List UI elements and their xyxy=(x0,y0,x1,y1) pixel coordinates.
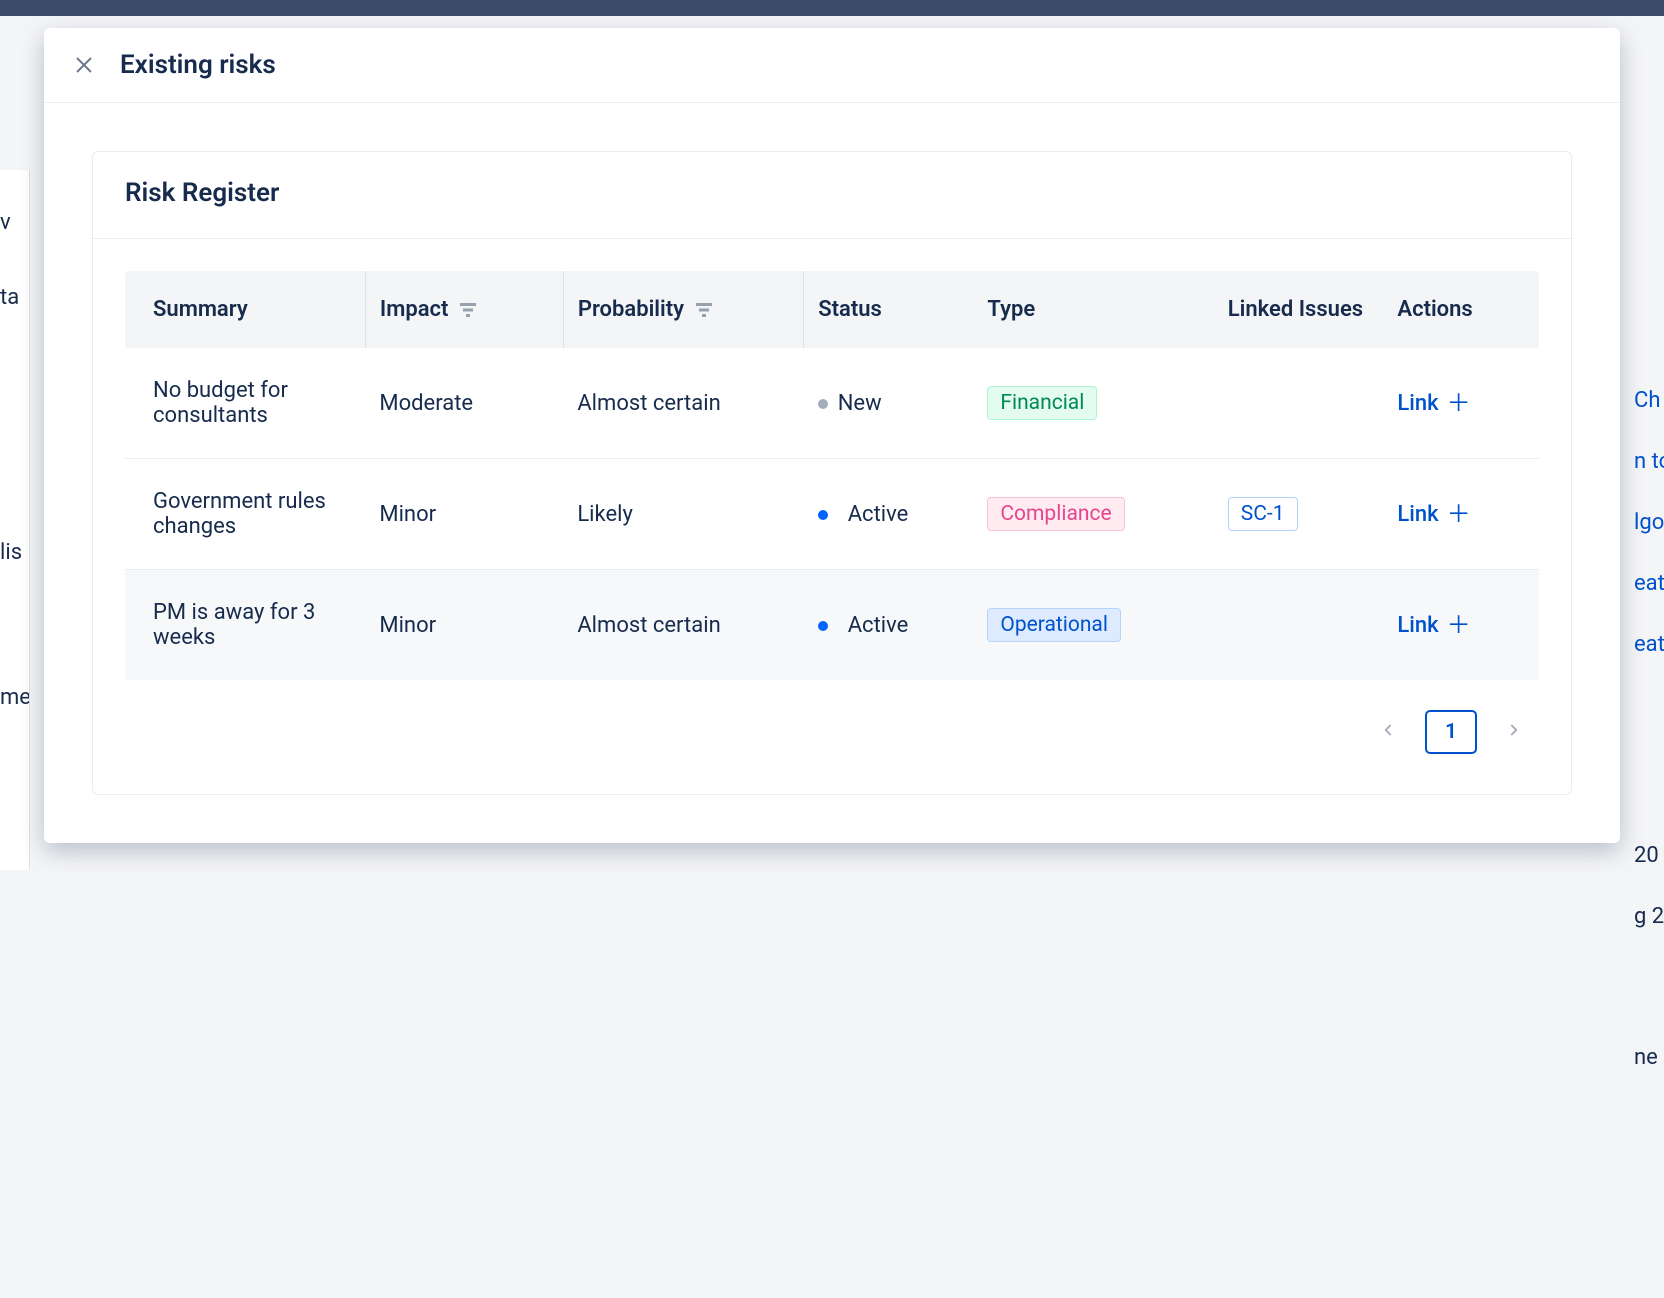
modal-body: Risk Register Summary xyxy=(44,103,1620,843)
status-dot-icon xyxy=(818,621,828,631)
type-badge: Operational xyxy=(987,608,1121,642)
link-button-label: Link xyxy=(1397,391,1438,416)
cell-summary: PM is away for 3 weeks xyxy=(125,570,365,681)
cell-probability: Likely xyxy=(563,459,803,570)
column-label: Linked Issues xyxy=(1228,297,1363,322)
link-button-label: Link xyxy=(1397,502,1438,527)
modal-overlay: Existing risks Risk Register xyxy=(0,16,1664,1298)
column-header-status[interactable]: Status xyxy=(804,271,974,348)
column-header-summary[interactable]: Summary xyxy=(125,271,365,348)
cell-actions: Link ＋ xyxy=(1383,570,1539,681)
cell-status: Active xyxy=(804,459,974,570)
column-label: Status xyxy=(818,297,882,322)
column-header-linked[interactable]: Linked Issues xyxy=(1214,271,1384,348)
linked-issue-badge[interactable]: SC-1 xyxy=(1228,497,1298,531)
cell-impact: Minor xyxy=(365,459,563,570)
column-header-actions: Actions xyxy=(1383,271,1539,348)
card-header: Risk Register xyxy=(93,152,1571,239)
column-header-probability[interactable]: Probability xyxy=(563,271,803,348)
column-label: Probability xyxy=(578,297,684,322)
existing-risks-modal: Existing risks Risk Register xyxy=(44,28,1620,843)
plus-icon: ＋ xyxy=(1447,613,1471,637)
cell-linked-issues xyxy=(1214,570,1384,681)
cell-summary: Government rules changes xyxy=(125,459,365,570)
column-label: Actions xyxy=(1397,297,1472,322)
cell-type: Financial xyxy=(973,348,1213,459)
status-label: Active xyxy=(838,502,909,527)
modal-header: Existing risks xyxy=(44,28,1620,103)
plus-icon: ＋ xyxy=(1447,502,1471,526)
type-badge: Compliance xyxy=(987,497,1124,531)
close-icon[interactable] xyxy=(72,53,96,77)
table-row[interactable]: PM is away for 3 weeksMinorAlmost certai… xyxy=(125,570,1539,681)
column-label: Summary xyxy=(153,297,248,322)
table-row[interactable]: Government rules changesMinorLikely Activ… xyxy=(125,459,1539,570)
cell-probability: Almost certain xyxy=(563,348,803,459)
link-button[interactable]: Link ＋ xyxy=(1397,502,1470,527)
status-dot-icon xyxy=(818,510,828,520)
pagination: 1 xyxy=(125,710,1539,754)
background-topbar xyxy=(0,0,1664,16)
risk-table: Summary Impact xyxy=(125,271,1539,680)
table-wrap: Summary Impact xyxy=(93,239,1571,794)
cell-linked-issues xyxy=(1214,348,1384,459)
status-label: Active xyxy=(838,613,909,638)
column-header-impact[interactable]: Impact xyxy=(365,271,563,348)
link-button[interactable]: Link ＋ xyxy=(1397,391,1470,416)
cell-probability: Almost certain xyxy=(563,570,803,681)
risk-register-card: Risk Register Summary xyxy=(92,151,1572,795)
filter-icon[interactable] xyxy=(696,303,712,317)
cell-type: Operational xyxy=(973,570,1213,681)
pager-page-current[interactable]: 1 xyxy=(1425,710,1477,754)
column-header-type[interactable]: Type xyxy=(973,271,1213,348)
pager-prev[interactable] xyxy=(1371,716,1405,749)
table-row[interactable]: No budget for consultantsModerateAlmost … xyxy=(125,348,1539,459)
modal-title: Existing risks xyxy=(120,50,276,80)
cell-impact: Moderate xyxy=(365,348,563,459)
cell-status: New xyxy=(804,348,974,459)
cell-linked-issues: SC-1 xyxy=(1214,459,1384,570)
filter-icon[interactable] xyxy=(460,303,476,317)
cell-impact: Minor xyxy=(365,570,563,681)
card-title: Risk Register xyxy=(125,178,1539,208)
cell-status: Active xyxy=(804,570,974,681)
column-label: Impact xyxy=(380,297,449,322)
column-label: Type xyxy=(987,297,1035,322)
pager-next[interactable] xyxy=(1497,716,1531,749)
cell-summary: No budget for consultants xyxy=(125,348,365,459)
cell-type: Compliance xyxy=(973,459,1213,570)
type-badge: Financial xyxy=(987,386,1097,420)
cell-actions: Link ＋ xyxy=(1383,348,1539,459)
cell-actions: Link ＋ xyxy=(1383,459,1539,570)
link-button-label: Link xyxy=(1397,613,1438,638)
link-button[interactable]: Link ＋ xyxy=(1397,613,1470,638)
table-header-row: Summary Impact xyxy=(125,271,1539,348)
status-label: New xyxy=(838,391,882,416)
status-dot-icon xyxy=(818,399,828,409)
plus-icon: ＋ xyxy=(1447,391,1471,415)
